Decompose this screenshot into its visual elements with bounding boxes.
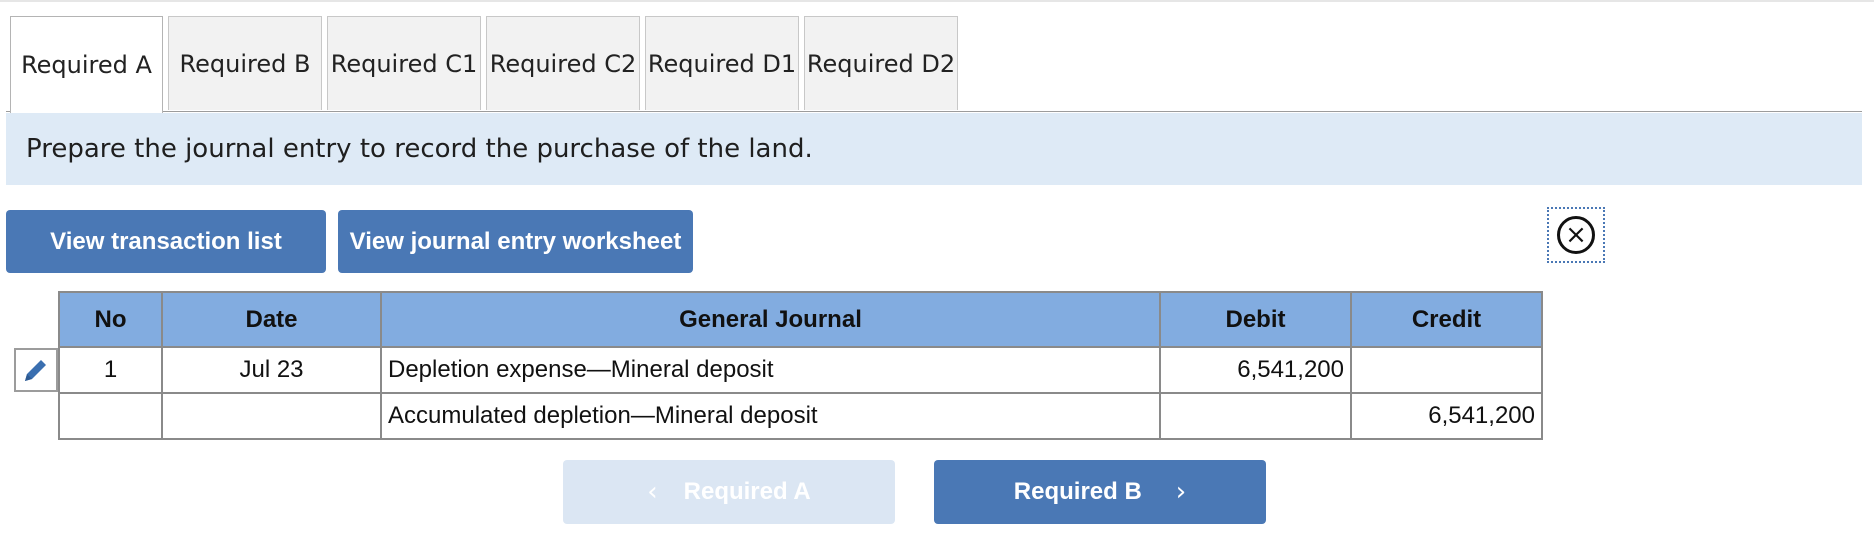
tab-required-c2[interactable]: Required C2 (486, 16, 640, 110)
next-required-b-button[interactable]: Required B › (934, 460, 1266, 524)
top-divider (0, 0, 1874, 2)
header-no: No (58, 291, 163, 348)
edit-entry-button[interactable] (14, 348, 58, 392)
tab-required-d2[interactable]: Required D2 (804, 16, 958, 110)
header-debit: Debit (1159, 291, 1352, 348)
header-general-journal: General Journal (380, 291, 1161, 348)
general-journal-table: No Date General Journal Debit Credit 1 J… (58, 291, 1543, 440)
cell-account: Accumulated depletion—Mineral deposit (380, 392, 1161, 440)
cell-date (161, 392, 382, 440)
tab-required-b[interactable]: Required B (168, 16, 322, 110)
header-date: Date (161, 291, 382, 348)
cell-no: 1 (58, 346, 163, 394)
tab-underline (6, 111, 1862, 112)
tab-required-c1[interactable]: Required C1 (327, 16, 481, 110)
close-button[interactable]: × (1547, 207, 1605, 263)
table-row: Accumulated depletion—Mineral deposit 6,… (58, 392, 1543, 440)
next-button-label: Required B (1013, 478, 1142, 505)
previous-button-label: Required A (683, 478, 811, 505)
chevron-left-icon: ‹ (647, 477, 658, 507)
cell-credit: 6,541,200 (1350, 392, 1543, 440)
view-transaction-list-button[interactable]: View transaction list (6, 210, 326, 273)
header-credit: Credit (1350, 291, 1543, 348)
previous-required-a-button[interactable]: ‹ Required A (563, 460, 895, 524)
cell-debit (1159, 392, 1352, 440)
cell-credit (1350, 346, 1543, 394)
cell-no (58, 392, 163, 440)
close-circle-icon: × (1557, 216, 1595, 254)
instruction-text: Prepare the journal entry to record the … (6, 113, 1862, 185)
cell-debit: 6,541,200 (1159, 346, 1352, 394)
tab-required-a[interactable]: Required A (10, 16, 163, 113)
view-journal-entry-worksheet-button[interactable]: View journal entry worksheet (338, 210, 693, 273)
chevron-right-icon: › (1175, 477, 1187, 507)
pencil-icon (25, 360, 46, 381)
tab-required-d1[interactable]: Required D1 (645, 16, 799, 110)
cell-account: Depletion expense—Mineral deposit (380, 346, 1161, 394)
table-header-row: No Date General Journal Debit Credit (58, 291, 1543, 348)
cell-date: Jul 23 (161, 346, 382, 394)
table-row: 1 Jul 23 Depletion expense—Mineral depos… (58, 346, 1543, 394)
